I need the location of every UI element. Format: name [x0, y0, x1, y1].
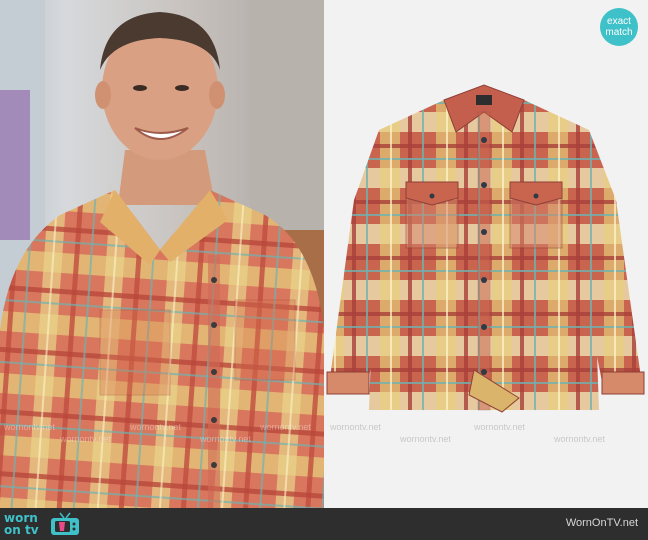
site-name[interactable]: WornOnTV.net	[566, 517, 638, 529]
badge-line-1: exact	[607, 16, 631, 27]
photo-product: exact match wornontv.net wornontv.net wo…	[324, 0, 648, 508]
watermark: wornontv.net	[60, 434, 111, 444]
logo-text: worn on tv	[4, 512, 48, 536]
watermark: wornontv.net	[330, 422, 381, 432]
watermark: wornontv.net	[260, 422, 311, 432]
photo-person: wornontv.net wornontv.net wornontv.net w…	[0, 0, 324, 508]
watermark: wornontv.net	[130, 422, 181, 432]
footer-bar: worn on tv WornOnTV.net	[0, 508, 648, 540]
watermark: wornontv.net	[200, 434, 251, 444]
badge-line-2: match	[605, 27, 633, 38]
logo-line-2: on tv	[4, 523, 39, 537]
watermark: wornontv.net	[554, 434, 605, 444]
tv-icon	[51, 512, 79, 535]
site-logo[interactable]: worn on tv	[4, 511, 82, 537]
watermark: wornontv.net	[474, 422, 525, 432]
watermark: wornontv.net	[400, 434, 451, 444]
exact-match-badge: exact match	[600, 8, 638, 46]
watermark: wornontv.net	[4, 422, 55, 432]
